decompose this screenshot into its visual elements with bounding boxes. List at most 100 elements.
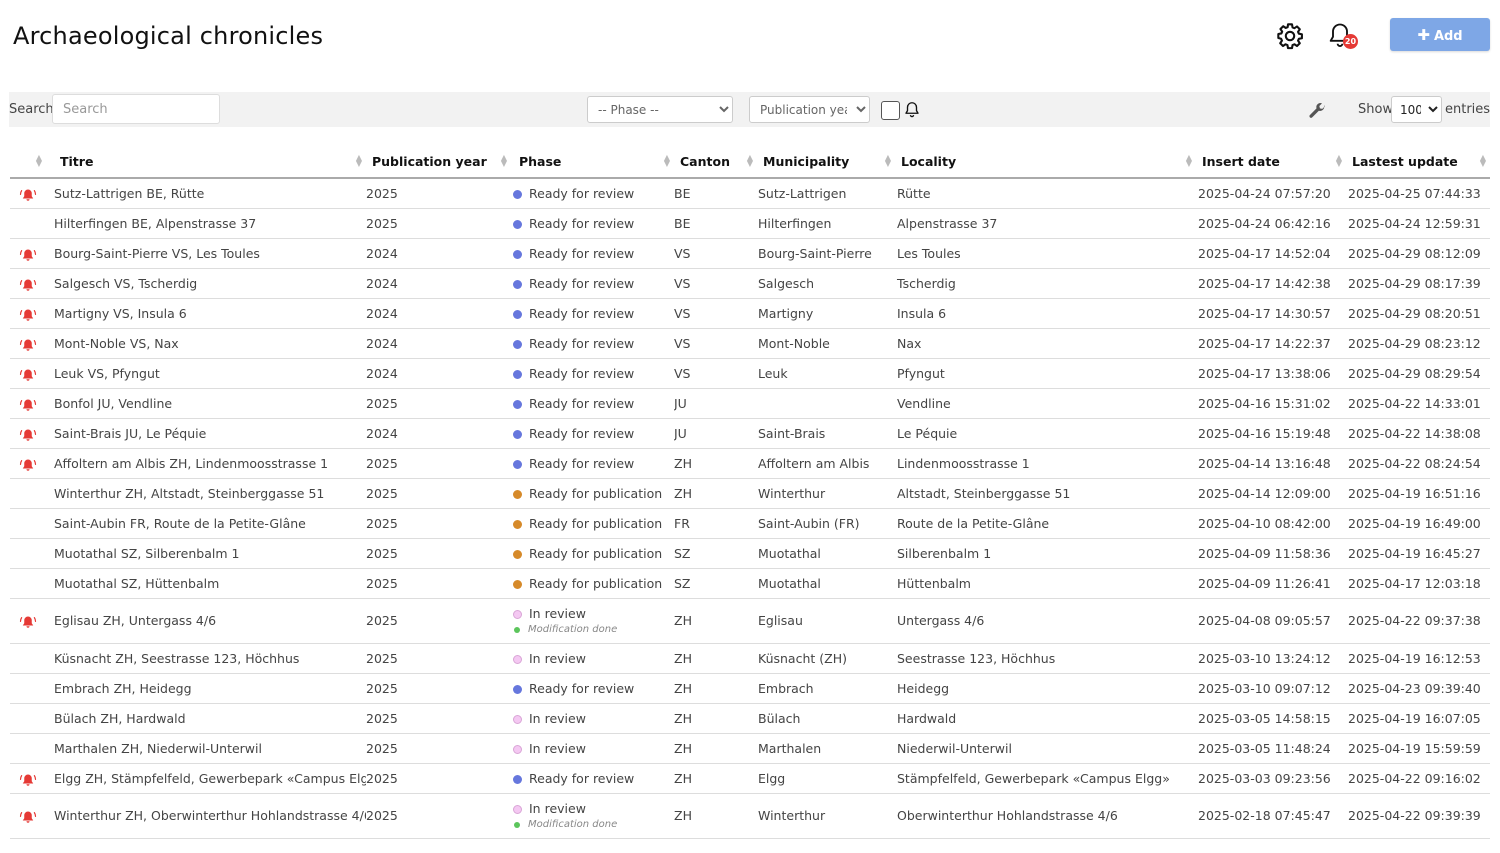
- cell-titre[interactable]: Hilterfingen BE, Alpenstrasse 37: [46, 208, 366, 239]
- notifications-button[interactable]: 20: [1326, 21, 1360, 51]
- cell-phase: In review Modification done: [511, 793, 674, 839]
- show-label: Show: [1358, 102, 1394, 117]
- cell-titre[interactable]: Saint-Aubin FR, Route de la Petite-Glâne: [46, 508, 366, 539]
- cell-phase: Ready for review: [511, 388, 674, 419]
- table-row[interactable]: Eglisau ZH, Untergass 4/6 2025 In review Mo…: [10, 598, 1490, 644]
- cell-municipality: [757, 388, 895, 419]
- cell-titre[interactable]: Küsnacht ZH, Seestrasse 123, Höchhus: [46, 643, 366, 674]
- phase-label: Ready for review: [529, 770, 635, 786]
- table-row[interactable]: Winterthur ZH, Oberwinterthur Hohlandstr…: [10, 793, 1490, 839]
- cell-phase: Ready for publication: [511, 568, 674, 599]
- cell-locality: Oberwinterthur Hohlandstrasse 4/6: [895, 793, 1196, 839]
- cell-titre[interactable]: Bourg-Saint-Pierre VS, Les Toules: [46, 238, 366, 269]
- search-label: Search:: [9, 102, 59, 117]
- cell-year: 2025: [366, 508, 511, 539]
- phase-status-dot: [513, 459, 522, 469]
- alarm-icon: [19, 811, 37, 823]
- cell-titre[interactable]: Sutz-Lattrigen BE, Rütte: [46, 178, 366, 209]
- sort-icon: ▲ ▼: [500, 153, 507, 168]
- cell-phase: Ready for review: [511, 448, 674, 479]
- cell-lastest-update: 2025-04-22 09:37:38: [1346, 598, 1490, 644]
- cell-insert-date: 2025-03-10 13:24:12: [1196, 643, 1346, 674]
- table-row[interactable]: Muotathal SZ, Silberenbalm 1 2025 Ready fo…: [10, 538, 1490, 569]
- notification-filter-checkbox[interactable]: [881, 101, 900, 120]
- table-row[interactable]: Bourg-Saint-Pierre VS, Les Toules 2024 Rea…: [10, 238, 1490, 269]
- header-titre[interactable]: Titre ▲ ▼: [46, 147, 366, 179]
- phase-label: Ready for review: [529, 455, 635, 471]
- cell-titre[interactable]: Mont-Noble VS, Nax: [46, 328, 366, 359]
- alarm-icon: [19, 339, 37, 351]
- table-row[interactable]: Leuk VS, Pfyngut 2024 Ready for review VS Le…: [10, 358, 1490, 389]
- wrench-icon[interactable]: [1307, 101, 1327, 121]
- table-row[interactable]: Muotathal SZ, Hüttenbalm 2025 Ready for pu…: [10, 568, 1490, 599]
- cell-year: 2024: [366, 298, 511, 329]
- table-row[interactable]: Mont-Noble VS, Nax 2024 Ready for review VS…: [10, 328, 1490, 359]
- cell-titre[interactable]: Eglisau ZH, Untergass 4/6: [46, 598, 366, 644]
- header-locality[interactable]: Locality ▲ ▼: [895, 147, 1196, 179]
- entries-select[interactable]: 100: [1391, 96, 1442, 123]
- phase-select[interactable]: -- Phase --: [587, 96, 733, 123]
- phase-status-dot: [513, 309, 522, 319]
- table-row[interactable]: Bülach ZH, Hardwald 2025 In review ZH Bülach…: [10, 703, 1490, 734]
- table-row[interactable]: Martigny VS, Insula 6 2024 Ready for revie…: [10, 298, 1490, 329]
- cell-canton: ZH: [674, 763, 757, 794]
- table-row[interactable]: Marthalen ZH, Niederwil-Unterwil 2025 In r…: [10, 733, 1490, 764]
- search-input[interactable]: [52, 94, 220, 124]
- cell-titre[interactable]: Elgg ZH, Stämpfelfeld, Gewerbepark «Camp…: [46, 763, 366, 794]
- table-row[interactable]: Winterthur ZH, Altstadt, Steinberggasse …: [10, 478, 1490, 509]
- table-row[interactable]: Sutz-Lattrigen BE, Rütte 2025 Ready for re…: [10, 178, 1490, 209]
- phase-label: Ready for review: [529, 425, 635, 441]
- cell-insert-date: 2025-04-24 06:42:16: [1196, 208, 1346, 239]
- cell-municipality: Mont-Noble: [757, 328, 895, 359]
- header-lastest-update[interactable]: Lastest update ▲ ▼: [1346, 147, 1490, 179]
- cell-titre[interactable]: Marthalen ZH, Niederwil-Unterwil: [46, 733, 366, 764]
- phase-status-dot: [513, 805, 522, 814]
- phase-status-dot: [513, 429, 522, 439]
- table-row[interactable]: Bonfol JU, Vendline 2025 Ready for review J…: [10, 388, 1490, 419]
- table-row[interactable]: Saint-Brais JU, Le Péquie 2024 Ready for r…: [10, 418, 1490, 449]
- cell-titre[interactable]: Martigny VS, Insula 6: [46, 298, 366, 329]
- cell-titre[interactable]: Bonfol JU, Vendline: [46, 388, 366, 419]
- cell-titre[interactable]: Muotathal SZ, Silberenbalm 1: [46, 538, 366, 569]
- cell-titre[interactable]: Leuk VS, Pfyngut: [46, 358, 366, 389]
- header-municipality[interactable]: Municipality ▲ ▼: [757, 147, 895, 179]
- table-row[interactable]: Embrach ZH, Heidegg 2025 Ready for review Z…: [10, 673, 1490, 704]
- alarm-cell: [10, 328, 46, 359]
- alarm-cell: [10, 568, 46, 599]
- header-insert-date[interactable]: Insert date ▲ ▼: [1196, 147, 1346, 179]
- cell-phase: Ready for review: [511, 238, 674, 269]
- cell-locality: Seestrasse 123, Höchhus: [895, 643, 1196, 674]
- cell-municipality: Küsnacht (ZH): [757, 643, 895, 674]
- header-phase[interactable]: Phase ▲ ▼: [511, 147, 674, 179]
- table-row[interactable]: Salgesch VS, Tscherdig 2024 Ready for revi…: [10, 268, 1490, 299]
- gear-icon[interactable]: [1276, 22, 1304, 50]
- cell-municipality: Hilterfingen: [757, 208, 895, 239]
- cell-titre[interactable]: Bülach ZH, Hardwald: [46, 703, 366, 734]
- add-button[interactable]: ✚ Add: [1390, 18, 1490, 51]
- table-row[interactable]: Affoltern am Albis ZH, Lindenmoosstrasse…: [10, 448, 1490, 479]
- table-row[interactable]: Saint-Aubin FR, Route de la Petite-Glâne…: [10, 508, 1490, 539]
- cell-titre[interactable]: Winterthur ZH, Altstadt, Steinberggasse …: [46, 478, 366, 509]
- cell-titre[interactable]: Saint-Brais JU, Le Péquie: [46, 418, 366, 449]
- cell-titre[interactable]: Muotathal SZ, Hüttenbalm: [46, 568, 366, 599]
- table-row[interactable]: Küsnacht ZH, Seestrasse 123, Höchhus 2025…: [10, 643, 1490, 674]
- cell-lastest-update: 2025-04-19 16:45:27: [1346, 538, 1490, 569]
- cell-titre[interactable]: Embrach ZH, Heidegg: [46, 673, 366, 704]
- cell-titre[interactable]: Winterthur ZH, Oberwinterthur Hohlandstr…: [46, 793, 366, 839]
- sort-alarm-header[interactable]: ▲ ▼: [10, 147, 46, 179]
- cell-insert-date: 2025-04-24 07:57:20: [1196, 178, 1346, 209]
- table-row[interactable]: Hilterfingen BE, Alpenstrasse 37 2025 Read…: [10, 208, 1490, 239]
- alarm-cell: [10, 598, 46, 644]
- phase-label: Ready for publication: [529, 575, 663, 591]
- cell-titre[interactable]: Salgesch VS, Tscherdig: [46, 268, 366, 299]
- phase-label: In review: [529, 650, 586, 666]
- cell-lastest-update: 2025-04-24 12:59:31: [1346, 208, 1490, 239]
- filter-bar: Search: -- Phase -- Publication year Sho…: [9, 92, 1490, 127]
- header-publication-year[interactable]: Publication year ▲ ▼: [366, 147, 511, 179]
- cell-year: 2025: [366, 568, 511, 599]
- header-canton[interactable]: Canton ▲ ▼: [674, 147, 757, 179]
- publication-year-select[interactable]: Publication year: [749, 96, 870, 123]
- cell-municipality: Affoltern am Albis: [757, 448, 895, 479]
- table-row[interactable]: Elgg ZH, Stämpfelfeld, Gewerbepark «Camp…: [10, 763, 1490, 794]
- cell-titre[interactable]: Affoltern am Albis ZH, Lindenmoosstrasse…: [46, 448, 366, 479]
